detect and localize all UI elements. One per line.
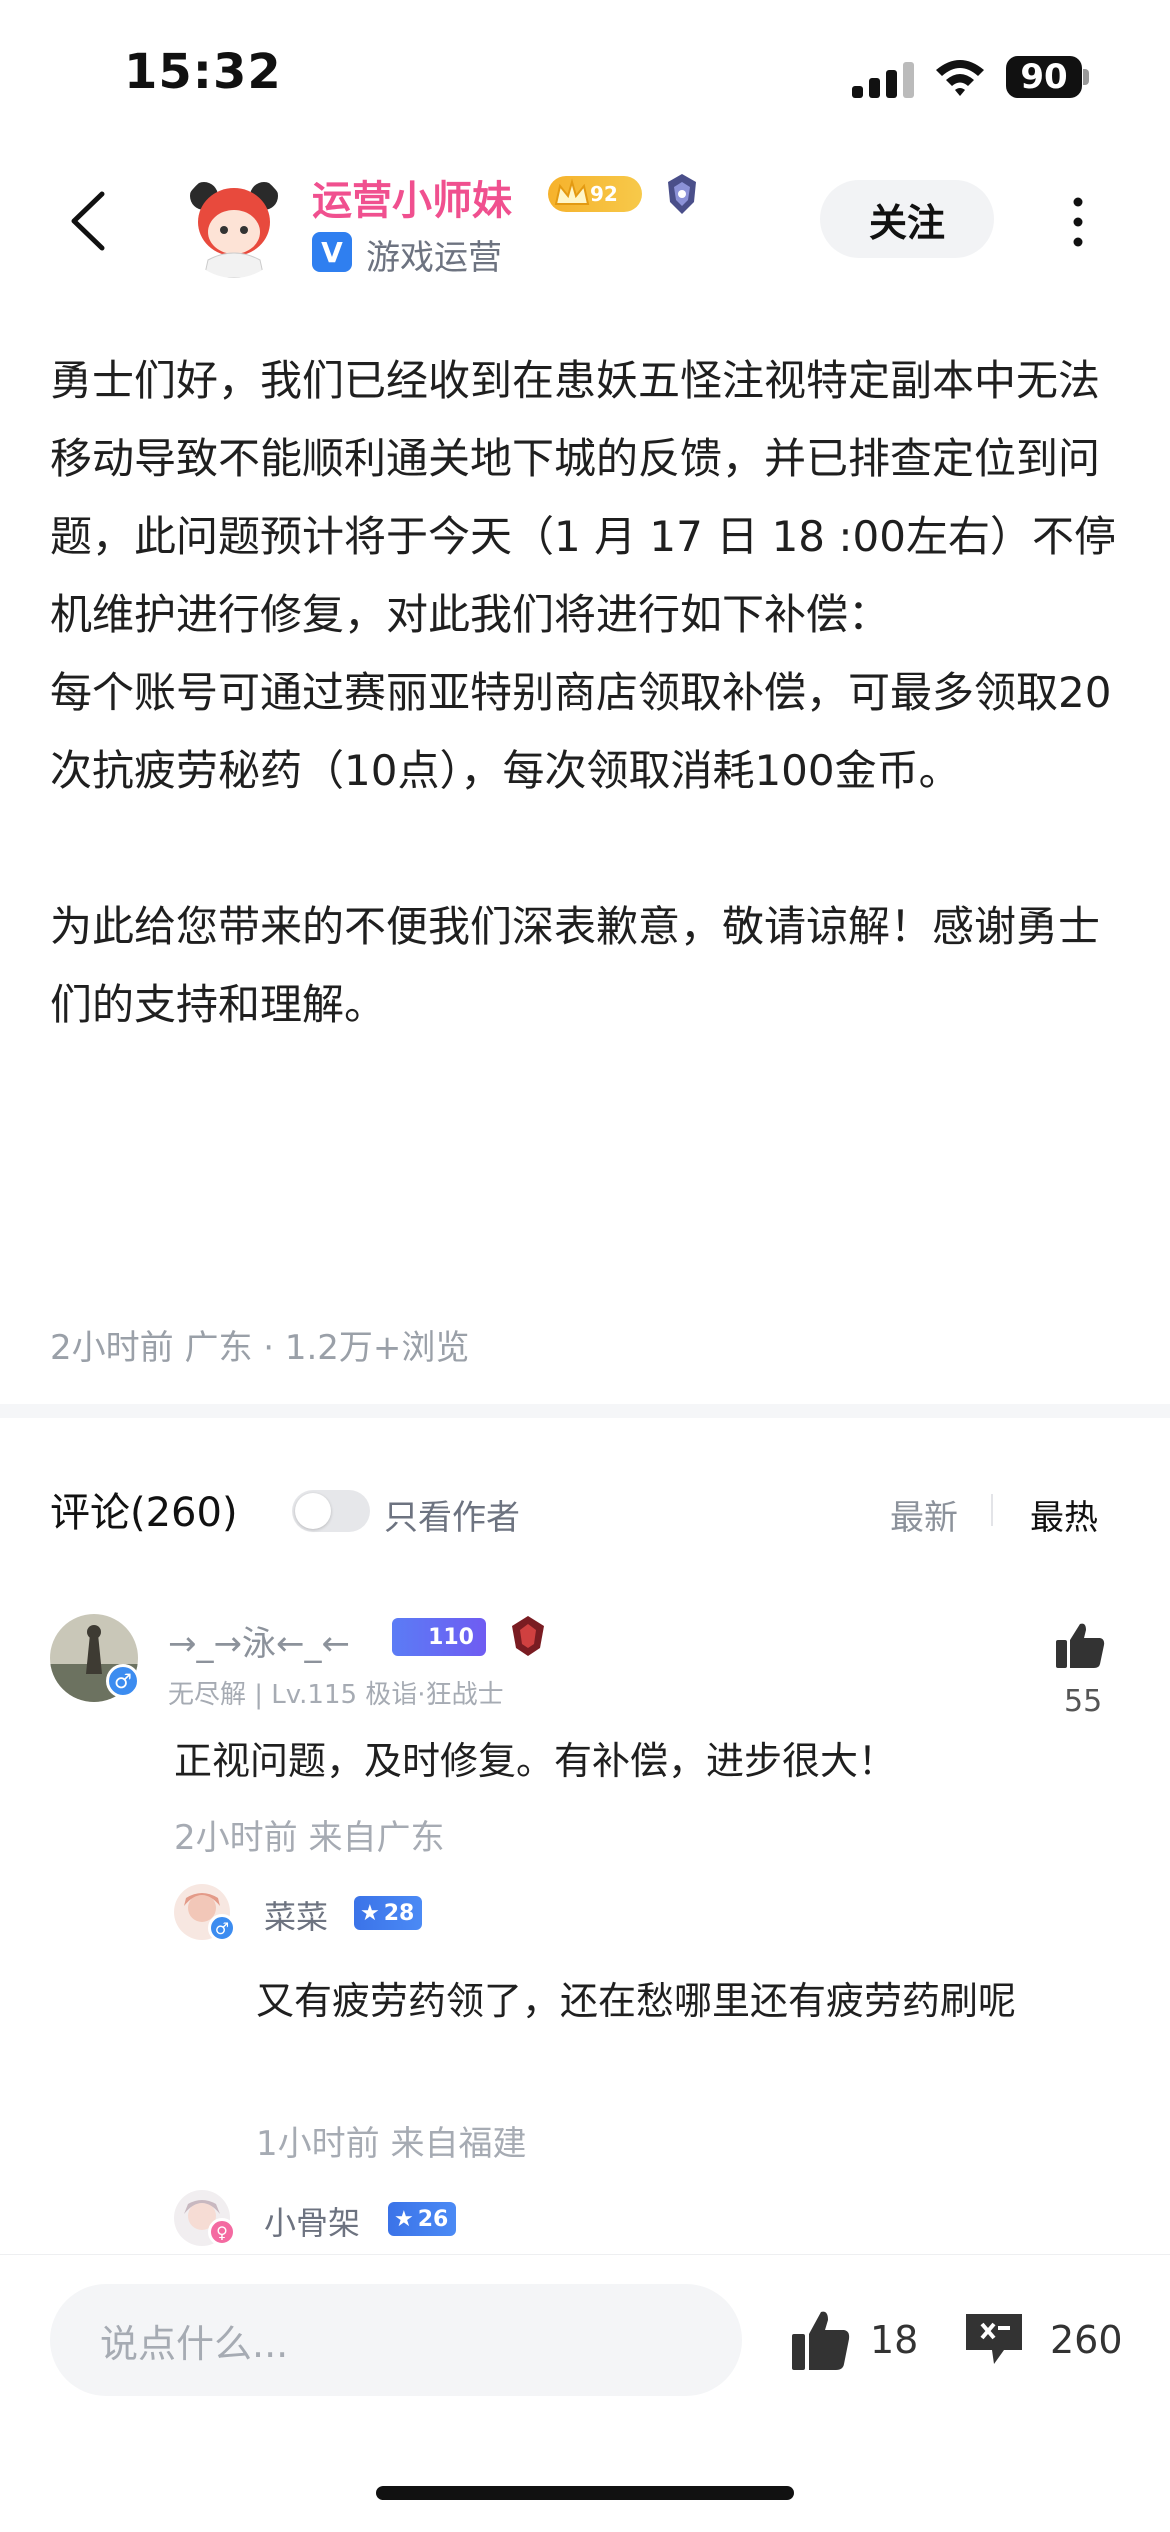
signal-icon [852,62,914,98]
comment-icon[interactable] [964,2310,1024,2368]
commenter-level-badge: 110 [392,1618,486,1656]
reply-text: 又有疲劳药领了，还在愁哪里还有疲劳药刷呢 [256,1979,1017,2023]
author-avatar[interactable] [180,170,288,278]
post-comment-count: 260 [1050,2318,1123,2362]
battery-cap [1083,69,1089,85]
comment-time: 2小时前 来自广东 [174,1818,445,1858]
comment-input[interactable]: 说点什么... [50,2284,742,2396]
home-indicator[interactable] [376,2486,794,2500]
reply-user-name[interactable]: 菜菜 [264,1892,328,1938]
wifi-icon [936,60,984,96]
reply-level-badge: ★ 28 [354,1896,423,1930]
reply-level-badge: ★ 26 [388,2202,457,2236]
toggle-knob [295,1493,331,1529]
thumb-up-icon[interactable] [1054,1620,1106,1670]
sort-hottest-tab[interactable]: 最热 [1030,1490,1098,1539]
star-icon: ★ [360,1900,380,1926]
post-meta: 2小时前 广东 · 1.2万+浏览 [50,1328,470,1368]
comments-title: 评论(260) [50,1490,238,1536]
verified-icon: V [312,232,352,272]
reply-time: 1小时前 来自福建 [256,2124,527,2164]
rank-emblem-icon [668,174,696,214]
back-arrow-icon[interactable] [62,190,116,252]
battery-icon: 90 [1006,56,1082,98]
follow-button[interactable]: 关注 [820,180,994,258]
thumb-up-icon[interactable] [790,2308,850,2372]
status-time: 15:32 [124,44,282,100]
sort-newest-tab[interactable]: 最新 [890,1490,958,1539]
comment-text: 正视问题，及时修复。有补偿，进步很大！ [174,1739,897,1783]
commenter-subtitle: 无尽解 | Lv.115 极诣·狂战士 [168,1680,504,1710]
more-vertical-icon[interactable] [1066,194,1090,250]
gender-female-icon: ♀ [208,2218,236,2246]
author-only-label[interactable]: 只看作者 [384,1490,520,1539]
commenter-name[interactable]: →_→泳←_← [168,1616,350,1665]
crown-icon [554,178,590,205]
sort-separator [991,1494,993,1526]
gender-male-icon: ♂ [106,1664,140,1698]
reply-level: 28 [383,1900,415,1926]
author-only-toggle[interactable] [292,1490,370,1532]
star-icon: ★ [394,2206,414,2232]
reply-user-name[interactable]: 小骨架 [264,2198,360,2244]
author-role: 游戏运营 [366,238,502,278]
reply-level: 26 [417,2206,449,2232]
post-content: 勇士们好，我们已经收到在患妖五怪注视特定副本中无法移动导致不能顺利通关地下城的反… [50,356,1116,1029]
rank-emblem-icon [512,1616,544,1656]
comment-like-count: 55 [1064,1684,1103,1719]
section-divider [0,1404,1170,1418]
author-name[interactable]: 运营小师妹 [312,168,512,226]
gender-male-icon: ♂ [208,1914,236,1942]
post-like-count: 18 [870,2318,919,2362]
